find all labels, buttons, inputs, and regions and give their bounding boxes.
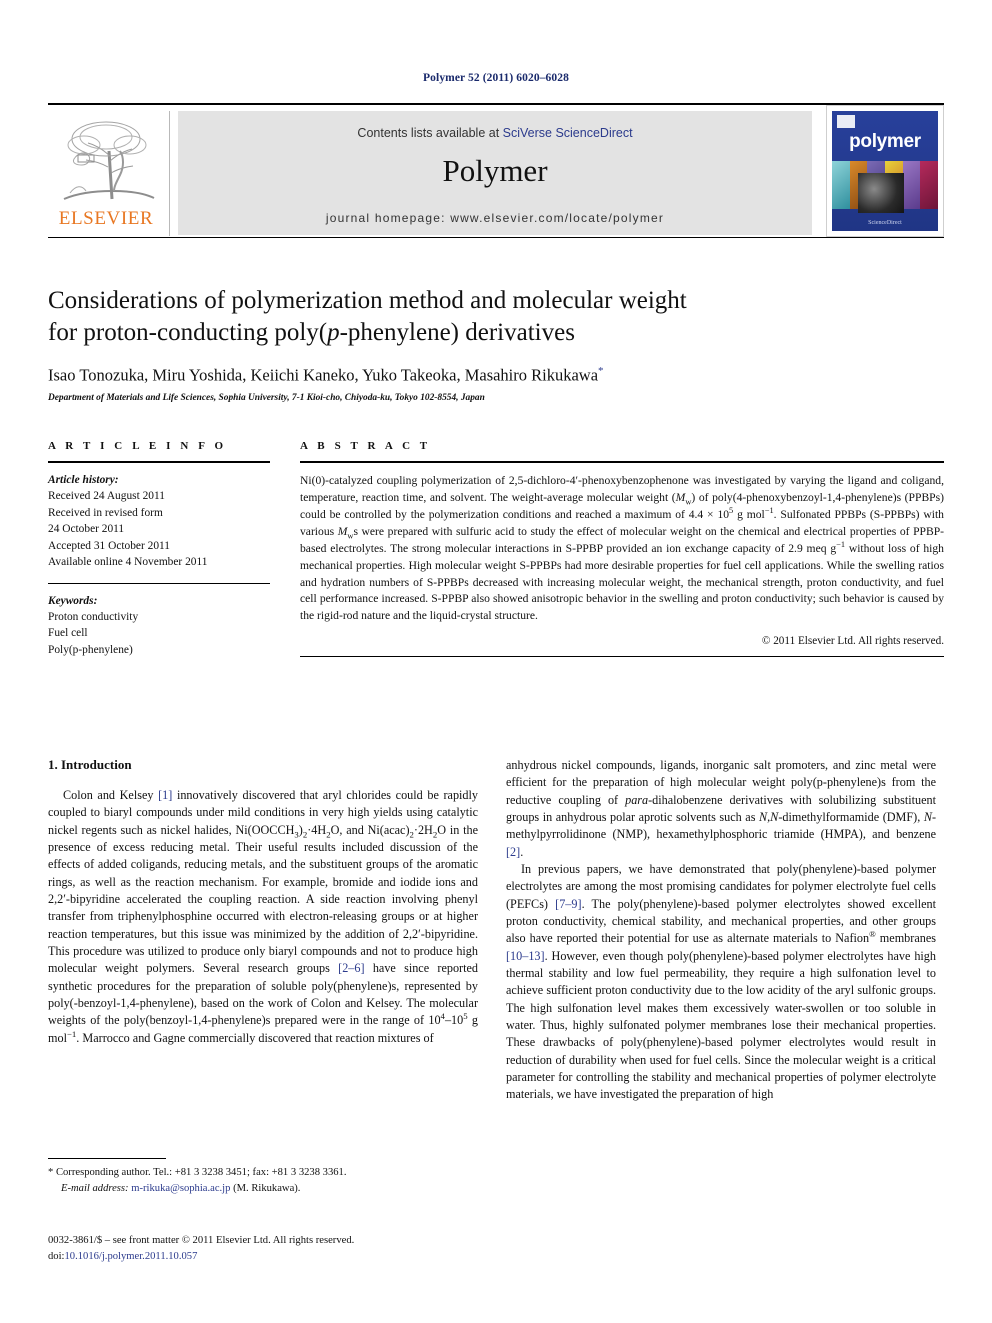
history-item: Accepted 31 October 2011 bbox=[48, 539, 170, 552]
keywords-label: Keywords: bbox=[48, 594, 98, 607]
reference-link[interactable]: [10–13] bbox=[506, 949, 545, 963]
body-column-left: 1. Introduction Colon and Kelsey [1] inn… bbox=[48, 757, 478, 1047]
journal-homepage-link[interactable]: journal homepage: www.elsevier.com/locat… bbox=[178, 211, 812, 225]
title-line-2-post: -phenylene) derivatives bbox=[339, 319, 575, 346]
author-names: Isao Tonozuka, Miru Yoshida, Keiichi Kan… bbox=[48, 365, 599, 385]
abstract-column: A B S T R A C T Ni(0)-catalyzed coupling… bbox=[300, 440, 945, 658]
reference-link[interactable]: [7–9] bbox=[555, 897, 581, 911]
footnote-block: * Corresponding author. Tel.: +81 3 3238… bbox=[48, 1158, 478, 1196]
masthead-bottom-rule bbox=[48, 237, 944, 238]
history-item: 24 October 2011 bbox=[48, 523, 125, 536]
cover-footer-text: ScienceDirect bbox=[868, 220, 902, 226]
elsevier-tree-icon bbox=[54, 115, 160, 203]
doi-label: doi: bbox=[48, 1250, 65, 1262]
abstract-bottom-rule bbox=[300, 656, 944, 658]
journal-masthead: ELSEVIER Contents lists available at Sci… bbox=[48, 103, 944, 238]
keyword-item: Fuel cell bbox=[48, 627, 88, 640]
issn-copyright-block: 0032-3861/$ – see front matter © 2011 El… bbox=[48, 1233, 508, 1265]
elsevier-wordmark: ELSEVIER bbox=[58, 208, 154, 229]
abstract-top-rule bbox=[300, 461, 944, 463]
abstract-text: Ni(0)-catalyzed coupling polymerization … bbox=[300, 474, 945, 623]
masthead-center-band: Contents lists available at SciVerse Sci… bbox=[178, 111, 812, 235]
title-line-1: Considerations of polymerization method … bbox=[48, 287, 687, 314]
email-note: E-mail address: m-rikuka@sophia.ac.jp (M… bbox=[48, 1181, 478, 1197]
article-history-group: Article history: Received 24 August 2011… bbox=[48, 472, 270, 571]
article-info-mid-rule bbox=[48, 582, 270, 584]
reference-link[interactable]: [1] bbox=[158, 788, 172, 802]
masthead-top-rule bbox=[48, 103, 944, 105]
title-line-2-italic: p bbox=[327, 319, 340, 346]
journal-title: Polymer bbox=[442, 153, 548, 188]
email-owner: (M. Rikukawa). bbox=[233, 1182, 301, 1194]
corresponding-author-marker: * bbox=[598, 365, 604, 377]
reference-link[interactable]: [2–6] bbox=[338, 961, 364, 975]
sciencedirect-link[interactable]: SciVerse ScienceDirect bbox=[503, 126, 633, 140]
history-item: Available online 4 November 2011 bbox=[48, 556, 208, 569]
abstract-heading: A B S T R A C T bbox=[300, 440, 431, 452]
section-heading-introduction: 1. Introduction bbox=[48, 757, 132, 772]
affiliation: Department of Materials and Life Science… bbox=[48, 392, 485, 403]
contents-available-line: Contents lists available at SciVerse Sci… bbox=[178, 126, 812, 140]
author-list: Isao Tonozuka, Miru Yoshida, Keiichi Kan… bbox=[48, 365, 944, 386]
doi-link[interactable]: 10.1016/j.polymer.2011.10.057 bbox=[64, 1251, 197, 1262]
issn-line: 0032-3861/$ – see front matter © 2011 El… bbox=[48, 1235, 355, 1246]
cover-artwork: polymer ScienceDirect bbox=[832, 111, 938, 231]
corresponding-author-note: * Corresponding author. Tel.: +81 3 3238… bbox=[48, 1167, 347, 1178]
title-line-2-pre: for proton-conducting poly( bbox=[48, 319, 328, 346]
email-link[interactable]: m-rikuka@sophia.ac.jp bbox=[131, 1183, 230, 1194]
contents-prefix: Contents lists available at bbox=[357, 126, 503, 140]
paragraph-intro-2: In previous papers, we have demonstrated… bbox=[506, 861, 936, 1102]
cover-elsevier-mark-icon bbox=[837, 115, 855, 128]
history-item: Received 24 August 2011 bbox=[48, 490, 165, 503]
footnote-rule bbox=[48, 1158, 166, 1159]
email-label: E-mail address: bbox=[61, 1182, 129, 1194]
article-history-label: Article history: bbox=[48, 474, 119, 486]
page-title: Considerations of polymerization method … bbox=[48, 285, 944, 349]
journal-article-page: Polymer 52 (2011) 6020–6028 ELSEVIER Con… bbox=[0, 0, 992, 1323]
history-item: Received in revised form bbox=[48, 506, 163, 519]
cover-micrograph-icon bbox=[858, 173, 904, 213]
body-column-right: anhydrous nickel compounds, ligands, ino… bbox=[506, 757, 936, 1104]
paragraph-intro-1: Colon and Kelsey [1] innovatively discov… bbox=[48, 788, 478, 1045]
journal-cover-thumbnail: polymer ScienceDirect bbox=[826, 105, 944, 237]
keyword-item: Poly(p-phenylene) bbox=[48, 643, 133, 656]
article-info-column: A R T I C L E I N F O Article history: R… bbox=[48, 440, 270, 658]
abstract-copyright: © 2011 Elsevier Ltd. All rights reserved… bbox=[761, 635, 944, 648]
reference-link[interactable]: [2] bbox=[506, 845, 520, 859]
title-block: Considerations of polymerization method … bbox=[48, 285, 944, 403]
doi-line: doi:10.1016/j.polymer.2011.10.057 bbox=[48, 1249, 508, 1265]
cover-title-text: polymer bbox=[849, 131, 921, 152]
paragraph-intro-1-cont: anhydrous nickel compounds, ligands, ino… bbox=[506, 758, 937, 859]
keywords-group: Keywords: Proton conductivity Fuel cell … bbox=[48, 593, 270, 659]
running-head: Polymer 52 (2011) 6020–6028 bbox=[423, 72, 569, 84]
article-info-heading: A R T I C L E I N F O bbox=[48, 440, 227, 452]
article-info-top-rule bbox=[48, 461, 270, 463]
elsevier-logo: ELSEVIER bbox=[48, 111, 170, 236]
keyword-item: Proton conductivity bbox=[48, 610, 139, 623]
